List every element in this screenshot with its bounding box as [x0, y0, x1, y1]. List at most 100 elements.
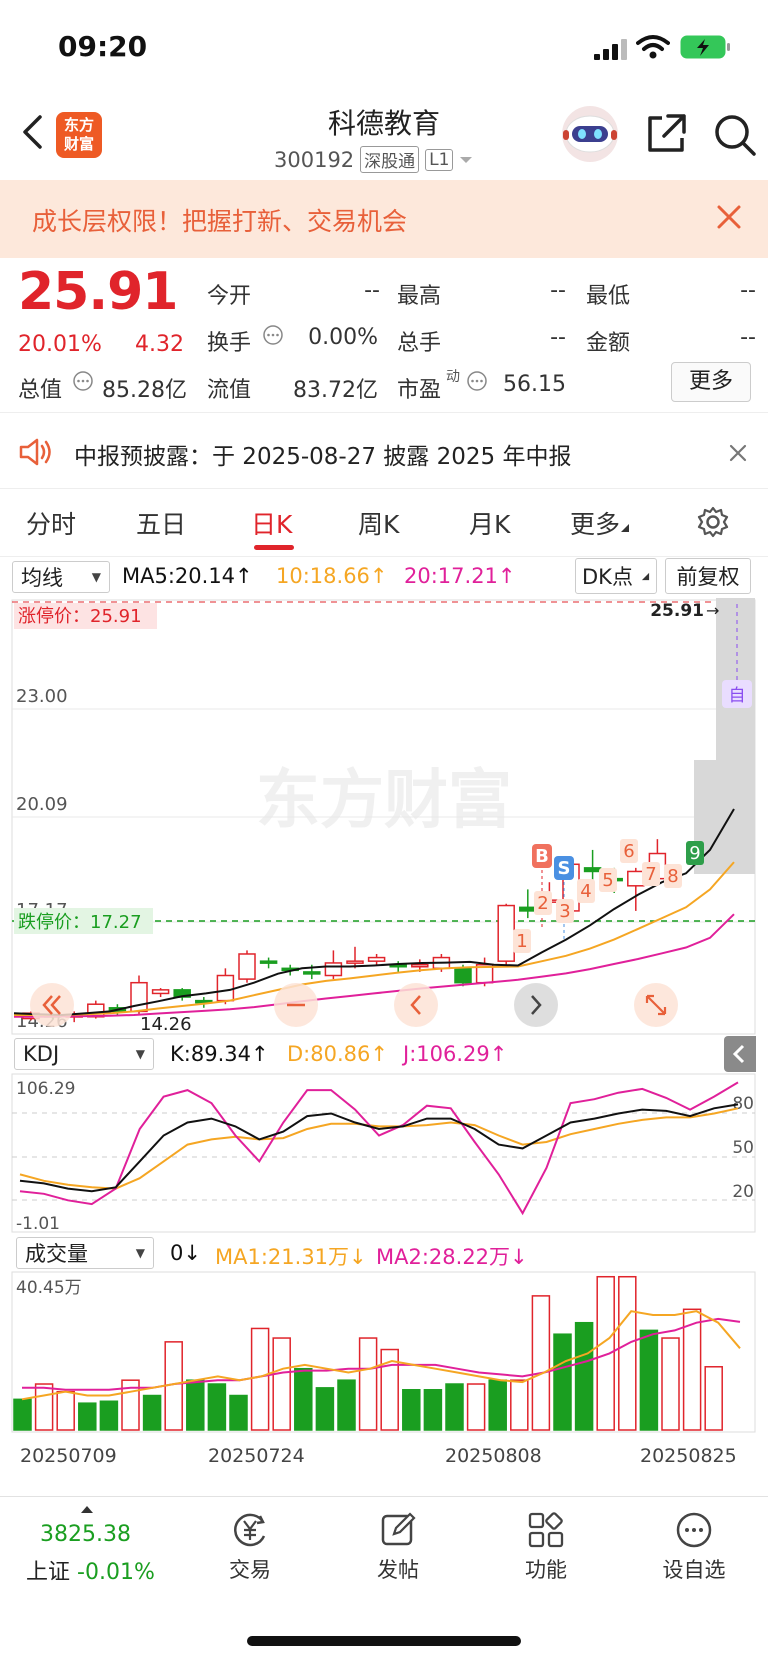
candle-body — [259, 960, 278, 964]
tab-more-label: 更多 — [570, 510, 621, 539]
low-price-marker: 14.26 — [140, 1014, 192, 1035]
high-value: -- — [550, 278, 566, 303]
fullscreen-button[interactable] — [634, 983, 678, 1027]
ma10-text: 10:18.66 — [276, 564, 370, 588]
arrow-down-icon: ↓ — [349, 1245, 367, 1269]
notice-close-icon[interactable] — [726, 441, 750, 465]
candle-body — [627, 870, 645, 887]
volume-bar — [553, 1333, 572, 1431]
kdj-d-value: D:80.86↑ — [287, 1042, 388, 1066]
ma5-text: MA5:20.14 — [122, 564, 236, 588]
ma5-value: MA5:20.14↑ — [122, 564, 253, 588]
assistant-robot-icon[interactable] — [560, 104, 620, 164]
kdj-k-line — [19, 1103, 739, 1193]
tab-more[interactable]: 更多 — [570, 505, 630, 541]
volume-text: 0 — [170, 1241, 184, 1265]
kdj-selector[interactable]: KDJ ▼ — [14, 1038, 154, 1070]
zoom-out-button[interactable] — [274, 983, 318, 1027]
volume-bar — [186, 1379, 205, 1431]
candle-body — [519, 906, 537, 912]
info-dots-icon[interactable] — [72, 370, 94, 392]
kdj-d-line — [19, 1107, 739, 1190]
kdj-pane-frame — [11, 1073, 756, 1233]
candle-body — [238, 953, 256, 980]
candle-body — [367, 956, 386, 962]
volume-selector[interactable]: 成交量 ▼ — [16, 1237, 154, 1269]
nav-post[interactable]: 发帖 — [343, 1510, 453, 1584]
arrow-up-icon: ↑ — [497, 564, 516, 588]
sequence-number: 3 — [559, 901, 570, 922]
scroll-right-button[interactable] — [514, 983, 558, 1027]
amount-label: 金额 — [586, 331, 631, 356]
settings-gear-icon[interactable] — [696, 505, 730, 539]
trade-yen-icon — [234, 1513, 266, 1547]
stock-code-row[interactable]: 300192 深股通 L1 — [274, 146, 473, 173]
future-shade-top — [716, 598, 755, 760]
ma10-value: 10:18.66↑ — [276, 564, 388, 588]
volume-selector-label: 成交量 — [25, 1242, 88, 1266]
sequence-number: 5 — [602, 870, 613, 891]
arrow-down-icon: ↓ — [510, 1245, 528, 1269]
candle-body — [303, 971, 321, 975]
open-label: 今开 — [207, 284, 252, 309]
volume-bar — [445, 1383, 464, 1431]
share-icon[interactable] — [644, 112, 688, 156]
tab-monthly-k[interactable]: 月K — [469, 505, 510, 541]
ma-selector-label: 均线 — [21, 566, 63, 590]
sequence-number: 7 — [645, 864, 656, 885]
sell-signal: S — [558, 858, 571, 879]
scroll-left-button[interactable] — [394, 983, 438, 1027]
change-percent: 20.01% — [18, 332, 102, 357]
sequence-number: 1 — [516, 931, 527, 952]
notice-text[interactable]: 中报预披露：于 2025-08-27 披露 2025 年中报 — [74, 437, 571, 471]
volume-bar — [423, 1389, 443, 1431]
low-value: -- — [740, 278, 756, 303]
nav-add-watchlist[interactable]: 设自选 — [639, 1510, 749, 1584]
edit-post-icon — [381, 1512, 416, 1546]
sequence-number: 2 — [537, 893, 548, 914]
tab-minute[interactable]: 分时 — [26, 505, 76, 541]
volume-bar — [294, 1367, 313, 1431]
sequence-number: 8 — [667, 866, 678, 887]
candle-body — [151, 989, 170, 995]
speaker-icon — [19, 438, 51, 466]
scroll-left-fast-button[interactable] — [30, 983, 74, 1027]
chevron-down-icon: ▼ — [135, 1047, 145, 1061]
date-label: 20250724 — [208, 1445, 305, 1467]
price-tick-label: 20.09 — [16, 794, 68, 815]
tab-five-day[interactable]: 五日 — [136, 505, 186, 541]
turnover-label: 换手 — [207, 331, 252, 356]
sequence-number: 6 — [623, 841, 634, 862]
volume-bar — [142, 1394, 162, 1431]
nav-functions[interactable]: 功能 — [491, 1510, 601, 1584]
pe-value: 56.15 — [503, 372, 566, 397]
nav-trade[interactable]: 交易 — [195, 1510, 305, 1584]
kdj-selector-label: KDJ — [23, 1042, 60, 1066]
market-cap-value: 85.28亿 — [102, 378, 187, 403]
low-label: 最低 — [586, 284, 631, 309]
kdj-j-text: J:106.29 — [403, 1042, 490, 1066]
kdj-lines-layer — [19, 1081, 739, 1216]
limit-marker-text: 自 — [729, 686, 746, 706]
adjust-price-button[interactable]: 前复权 — [665, 558, 751, 594]
search-icon[interactable] — [712, 112, 758, 158]
dk-point-button[interactable]: DK点 — [575, 558, 657, 594]
tab-daily-k[interactable]: 日K — [251, 505, 292, 541]
divider — [0, 556, 768, 557]
collapse-panel-button[interactable] — [724, 1036, 756, 1072]
volume-bar — [34, 1383, 54, 1431]
ma-selector[interactable]: 均线 ▼ — [12, 561, 110, 593]
float-cap-value: 83.72亿 — [293, 378, 378, 403]
current-price: 25.91 — [18, 262, 178, 322]
banner-close-icon[interactable] — [712, 200, 746, 234]
info-dots-icon[interactable] — [262, 324, 284, 346]
candle-body — [346, 960, 364, 964]
volume-label: 总手 — [397, 331, 442, 356]
tab-weekly-k[interactable]: 周K — [358, 505, 399, 541]
status-time: 09:20 — [58, 30, 148, 63]
tab-active-indicator — [254, 545, 294, 550]
dk-point-label: DK点 — [582, 565, 633, 589]
info-dots-icon[interactable] — [466, 370, 488, 392]
more-button[interactable]: 更多 — [671, 362, 751, 402]
volume-ma2-text: MA2:28.22万 — [376, 1245, 511, 1269]
